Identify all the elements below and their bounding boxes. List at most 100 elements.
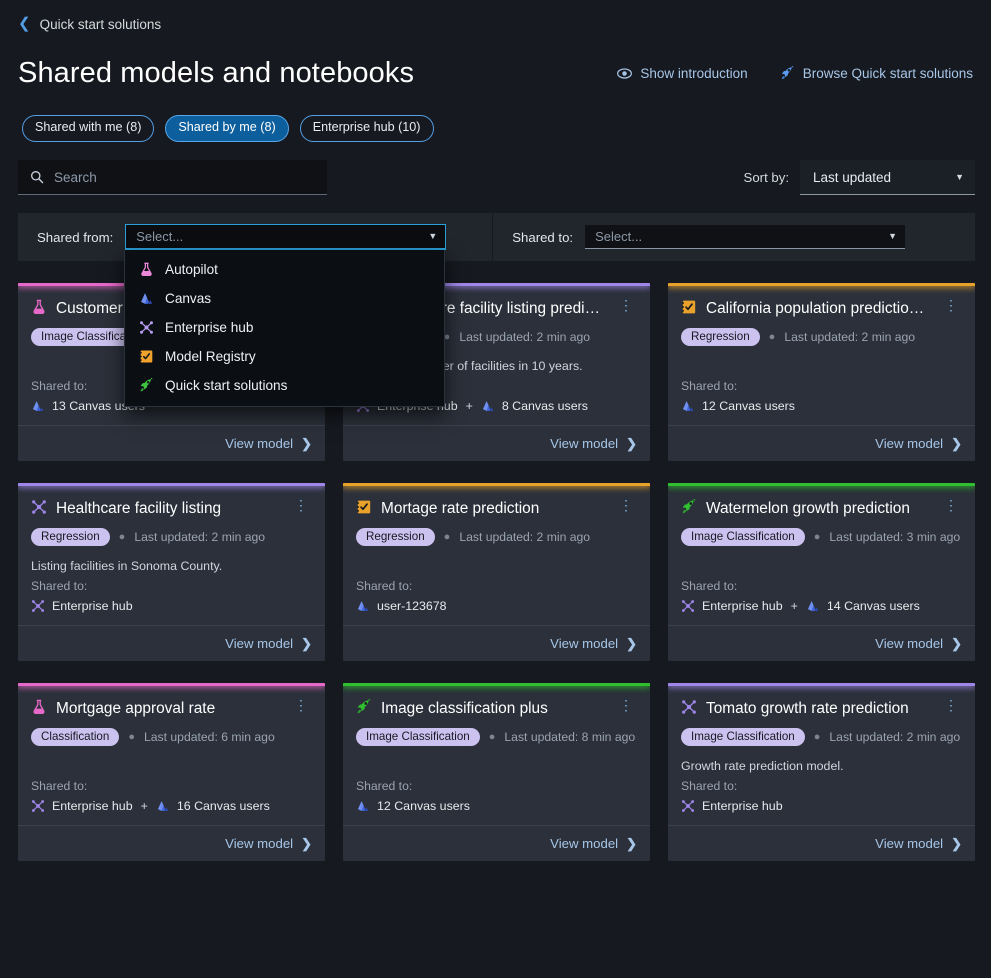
view-model-link[interactable]: View model ❯ (225, 836, 312, 852)
view-model-link[interactable]: View model ❯ (875, 436, 962, 452)
show-introduction-button[interactable]: Show introduction (617, 66, 748, 81)
chevron-right-icon: ❯ (951, 835, 962, 851)
chevron-right-icon: ❯ (301, 435, 312, 451)
header-actions: Show introduction Browse Quick start sol… (617, 66, 973, 81)
model-card-body: Mortage rate prediction ⋮ Regression ● L… (343, 483, 650, 625)
filter-pill-group: Shared with me (8) Shared by me (8) Ente… (22, 115, 434, 142)
plus-separator: + (140, 799, 148, 813)
more-options-icon[interactable]: ⋮ (941, 298, 961, 312)
shared-to-label: Shared to: (512, 229, 574, 245)
more-options-icon[interactable]: ⋮ (291, 698, 311, 712)
more-options-icon[interactable]: ⋮ (616, 498, 636, 512)
shared-to-targets: Enterprise hub (31, 599, 133, 613)
more-options-icon[interactable]: ⋮ (941, 698, 961, 712)
model-card-header: Watermelon growth prediction ⋮ (681, 498, 961, 519)
model-card-title[interactable]: Tomato growth rate prediction (706, 699, 932, 719)
model-card-title[interactable]: Mortage rate prediction (381, 499, 607, 519)
last-updated-text: Last updated: 2 min ago (829, 730, 961, 745)
canvas-icon (356, 599, 370, 613)
search-input[interactable]: Search (18, 160, 327, 195)
chevron-right-icon: ❯ (626, 435, 637, 451)
view-model-label: View model (225, 636, 294, 651)
shared-to-select[interactable]: Select... ▼ (585, 225, 906, 249)
more-options-icon[interactable]: ⋮ (941, 498, 961, 512)
canvas-icon (356, 799, 370, 813)
view-model-label: View model (550, 836, 619, 851)
view-model-link[interactable]: View model ❯ (550, 836, 637, 852)
status-badge: Regression (356, 528, 435, 547)
dropdown-item-model-registry[interactable]: Model Registry (125, 342, 444, 371)
view-model-link[interactable]: View model ❯ (225, 436, 312, 452)
model-card-header: Tomato growth rate prediction ⋮ (681, 698, 961, 719)
pill-shared-by-me[interactable]: Shared by me (8) (165, 115, 289, 142)
shared-from-select[interactable]: Select... ▼ (125, 224, 447, 250)
show-introduction-label: Show introduction (640, 66, 748, 81)
shared-target-label: Enterprise hub (702, 599, 783, 613)
pill-enterprise-hub[interactable]: Enterprise hub (10) (299, 115, 434, 142)
breadcrumb[interactable]: ❮ Quick start solutions (18, 16, 161, 32)
model-card-header: California population predictio… ⋮ (681, 298, 961, 319)
dropdown-item-autopilot[interactable]: Autopilot (125, 255, 444, 284)
plus-separator: + (790, 599, 798, 613)
shared-target-label: 16 Canvas users (176, 799, 270, 813)
more-options-icon[interactable]: ⋮ (616, 298, 636, 312)
last-updated-text: Last updated: 2 min ago (459, 330, 591, 345)
shared-target-label: 14 Canvas users (826, 599, 920, 613)
dropdown-item-label: Enterprise hub (165, 320, 254, 335)
last-updated-text: Last updated: 2 min ago (459, 530, 591, 545)
shared-to-placeholder: Select... (595, 229, 643, 244)
browse-quick-start-solutions-label: Browse Quick start solutions (802, 66, 973, 81)
view-model-link[interactable]: View model ❯ (225, 636, 312, 652)
shared-to-label: Shared to: (31, 779, 88, 793)
shared-to-block: Shared to: Enterprise hub (31, 579, 133, 613)
shared-to-block: Shared to: Enterprise hub + 14 Canvas use… (681, 579, 920, 613)
view-model-link[interactable]: View model ❯ (550, 636, 637, 652)
browse-quick-start-solutions-button[interactable]: Browse Quick start solutions (780, 66, 973, 81)
model-card-footer: View model ❯ (18, 425, 325, 461)
hub-icon (681, 599, 695, 613)
rocket-icon (681, 499, 697, 515)
meta-separator: ● (813, 531, 821, 544)
model-card-footer: View model ❯ (668, 625, 975, 661)
canvas-icon (481, 399, 495, 413)
shared-to-targets: 12 Canvas users (356, 799, 470, 813)
more-options-icon[interactable]: ⋮ (291, 498, 311, 512)
view-model-link[interactable]: View model ❯ (875, 836, 962, 852)
sort-by-select[interactable]: Last updated ▼ (800, 160, 975, 195)
view-model-link[interactable]: View model ❯ (550, 436, 637, 452)
shared-target-label: Enterprise hub (52, 799, 133, 813)
canvas-icon (156, 799, 170, 813)
more-options-icon[interactable]: ⋮ (616, 698, 636, 712)
model-card-body: Mortgage approval rate ⋮ Classification … (18, 683, 325, 825)
model-card-title[interactable]: Watermelon growth prediction (706, 499, 932, 519)
model-card-title[interactable]: Mortgage approval rate (56, 699, 282, 719)
model-card-description: Growth rate prediction model. (681, 759, 844, 774)
dropdown-item-enterprise-hub[interactable]: Enterprise hub (125, 313, 444, 342)
model-card-meta: Image Classification ● Last updated: 3 m… (681, 528, 961, 547)
model-card-title[interactable]: California population predictio… (706, 299, 932, 319)
hub-icon (31, 799, 45, 813)
model-card-header: Healthcare facility listing ⋮ (31, 498, 311, 519)
dropdown-item-label: Autopilot (165, 262, 218, 277)
sort-control: Sort by: Last updated ▼ (744, 160, 975, 195)
model-card-body: Image classification plus ⋮ Image Classi… (343, 683, 650, 825)
model-card-meta: Classification ● Last updated: 6 min ago (31, 728, 311, 747)
dropdown-item-canvas[interactable]: Canvas (125, 284, 444, 313)
shared-to-label: Shared to: (681, 379, 738, 393)
model-card: California population predictio… ⋮ Regre… (668, 283, 975, 461)
model-card-header: Image classification plus ⋮ (356, 698, 636, 719)
flask-icon (31, 299, 47, 315)
shared-to-block: Shared to: 12 Canvas users (356, 779, 470, 813)
eye-icon (617, 68, 633, 79)
rocket-icon (780, 66, 795, 81)
dropdown-item-quick-start-solutions[interactable]: Quick start solutions (125, 371, 444, 400)
view-model-link[interactable]: View model ❯ (875, 636, 962, 652)
search-icon (30, 170, 44, 184)
model-card-title[interactable]: Image classification plus (381, 699, 607, 719)
flask-icon (31, 699, 47, 715)
pill-shared-with-me[interactable]: Shared with me (8) (22, 115, 155, 142)
status-badge: Image Classification (681, 728, 805, 747)
shared-to-targets: Enterprise hub (681, 799, 783, 813)
model-card-title[interactable]: Healthcare facility listing (56, 499, 282, 519)
model-card-footer: View model ❯ (343, 625, 650, 661)
